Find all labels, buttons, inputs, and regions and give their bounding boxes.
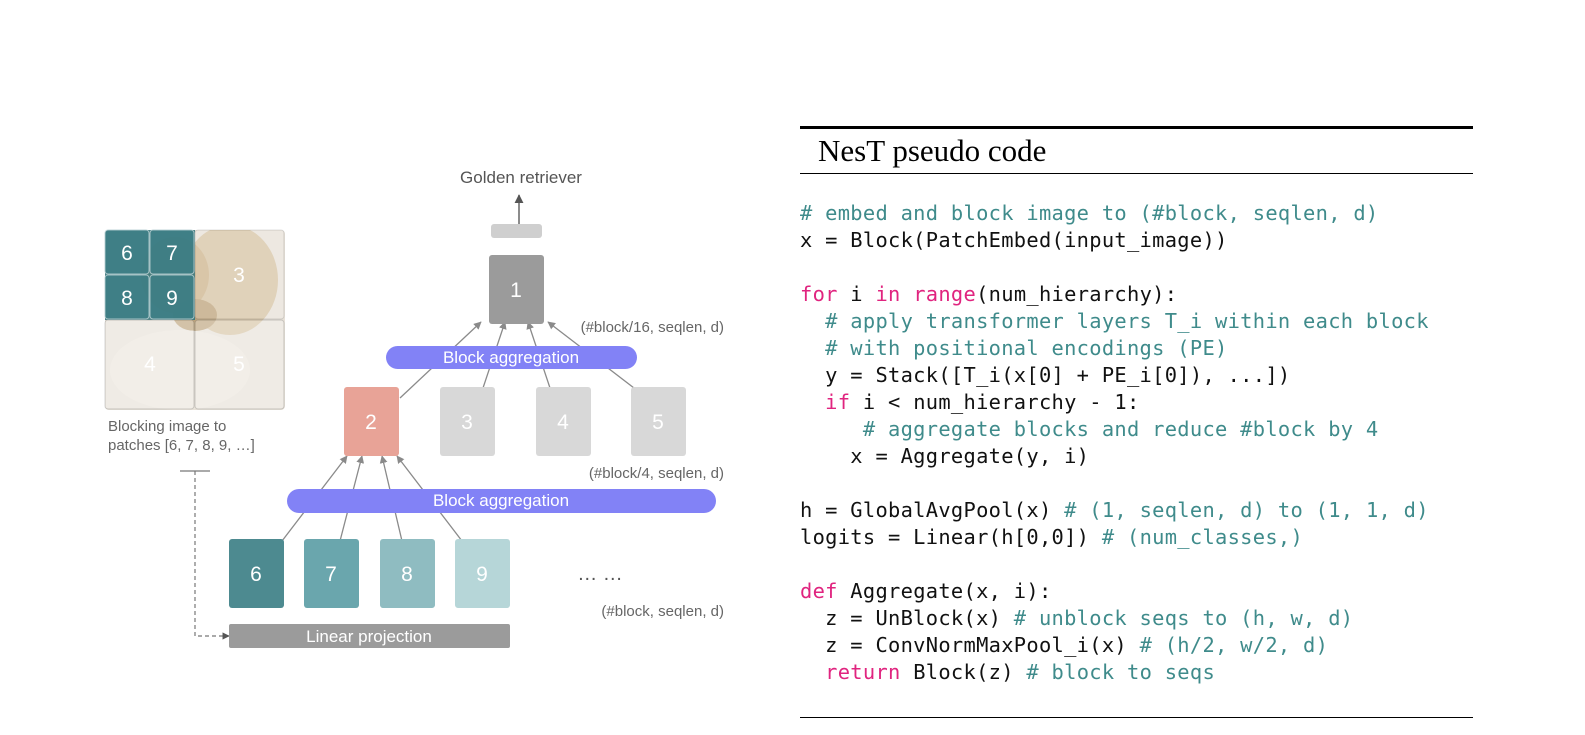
block-aggregation-top-label: Block aggregation (443, 348, 579, 367)
node-5-label: 5 (652, 411, 664, 434)
code-text: y = Stack([T_i(x[0] + PE_i[0]), ...]) (800, 363, 1291, 387)
code-line: x = Block(PatchEmbed(input_image)) (800, 227, 1473, 254)
node-3-label: 3 (461, 411, 473, 434)
table-bottom-rule (800, 717, 1473, 718)
pseudo-code-panel: NesT pseudo code # embed and block image… (800, 126, 1473, 686)
code-line: # apply transformer layers T_i within ea… (800, 308, 1473, 335)
code-line: # embed and block image to (#block, seql… (800, 200, 1473, 227)
code-block: # embed and block image to (#block, seql… (800, 200, 1473, 686)
ellipsis: … … (577, 563, 623, 585)
code-text: z = UnBlock(x) (800, 606, 1014, 630)
node-1-label: 1 (510, 279, 522, 302)
code-text: z = ConvNormMaxPool_i(x) (800, 633, 1140, 657)
block-aggregation-bottom-label: Block aggregation (433, 491, 569, 510)
node-9-label: 9 (476, 563, 488, 586)
node-4-label: 4 (557, 411, 569, 434)
code-comment: # (num_classes,) (1101, 525, 1304, 549)
node-6-label: 6 (250, 563, 262, 586)
code-line: # aggregate blocks and reduce #block by … (800, 416, 1473, 443)
code-comment: # unblock seqs to (h, w, d) (1013, 606, 1354, 630)
nest-architecture-diagram: Golden retriever 6 7 8 9 3 4 5 Blocking … (104, 168, 724, 648)
code-comment: # (1, seqlen, d) to (1, 1, d) (1064, 498, 1429, 522)
code-comment: # apply transformer layers T_i within ea… (800, 309, 1429, 333)
patch-label: 3 (233, 264, 245, 287)
code-line: x = Aggregate(y, i) (800, 443, 1473, 470)
image-caption-line-2: patches [6, 7, 8, 9, …] (108, 437, 255, 454)
patch-label: 7 (166, 242, 178, 265)
code-line: if i < num_hierarchy - 1: (800, 389, 1473, 416)
code-line: # with positional encodings (PE) (800, 335, 1473, 362)
dashed-connector (194, 471, 230, 640)
shape-label-top: (#block/16, seqlen, d) (581, 319, 724, 336)
code-line: def Aggregate(x, i): (800, 578, 1473, 605)
code-text: logits = Linear(h[0,0]) (800, 525, 1102, 549)
code-keyword: if (825, 390, 851, 414)
code-keyword: range (913, 282, 977, 306)
node-7-label: 7 (325, 563, 337, 586)
patch-label: 9 (166, 287, 178, 310)
code-text: x = Block(PatchEmbed(input_image)) (800, 228, 1228, 252)
code-keyword: def (800, 579, 838, 603)
code-keyword: for (800, 282, 838, 306)
code-comment: # with positional encodings (PE) (800, 336, 1228, 360)
code-text: Block(z) (900, 660, 1027, 684)
classifier-head (491, 224, 542, 238)
linear-projection-label: Linear projection (306, 627, 432, 646)
code-line: z = UnBlock(x) # unblock seqs to (h, w, … (800, 605, 1473, 632)
code-line: logits = Linear(h[0,0]) # (num_classes,) (800, 524, 1473, 551)
code-comment: # (h/2, w/2, d) (1139, 633, 1329, 657)
code-comment: # aggregate blocks and reduce #block by … (800, 417, 1379, 441)
node-8-label: 8 (401, 563, 413, 586)
code-text: i < num_hierarchy - 1: (850, 390, 1140, 414)
code-text: i (837, 282, 876, 306)
code-line: z = ConvNormMaxPool_i(x) # (h/2, w/2, d) (800, 632, 1473, 659)
image-caption-line-1: Blocking image to (108, 418, 226, 435)
patch-label: 5 (233, 353, 245, 376)
output-label: Golden retriever (460, 168, 582, 187)
patch-label: 4 (144, 353, 156, 376)
pseudo-code-title: NesT pseudo code (818, 133, 1047, 168)
code-comment: # embed and block image to (#block, seql… (800, 201, 1379, 225)
code-line: y = Stack([T_i(x[0] + PE_i[0]), ...]) (800, 362, 1473, 389)
code-text: Aggregate(x, i): (837, 579, 1052, 603)
code-line: h = GlobalAvgPool(x) # (1, seqlen, d) to… (800, 497, 1473, 524)
code-comment: # block to seqs (1026, 660, 1216, 684)
code-text: x = Aggregate(y, i) (800, 444, 1090, 468)
code-text: h = GlobalAvgPool(x) (800, 498, 1065, 522)
shape-label-mid: (#block/4, seqlen, d) (589, 465, 724, 482)
code-line: for i in range(num_hierarchy): (800, 281, 1473, 308)
patch-label: 6 (121, 242, 133, 265)
code-line: return Block(z) # block to seqs (800, 659, 1473, 686)
node-2-label: 2 (365, 411, 377, 434)
patch-label: 8 (121, 287, 133, 310)
code-text: (num_hierarchy): (976, 282, 1178, 306)
shape-label-bottom: (#block, seqlen, d) (601, 603, 724, 620)
code-keyword: in (875, 282, 901, 306)
code-keyword: return (825, 660, 901, 684)
table-mid-rule (800, 173, 1473, 174)
